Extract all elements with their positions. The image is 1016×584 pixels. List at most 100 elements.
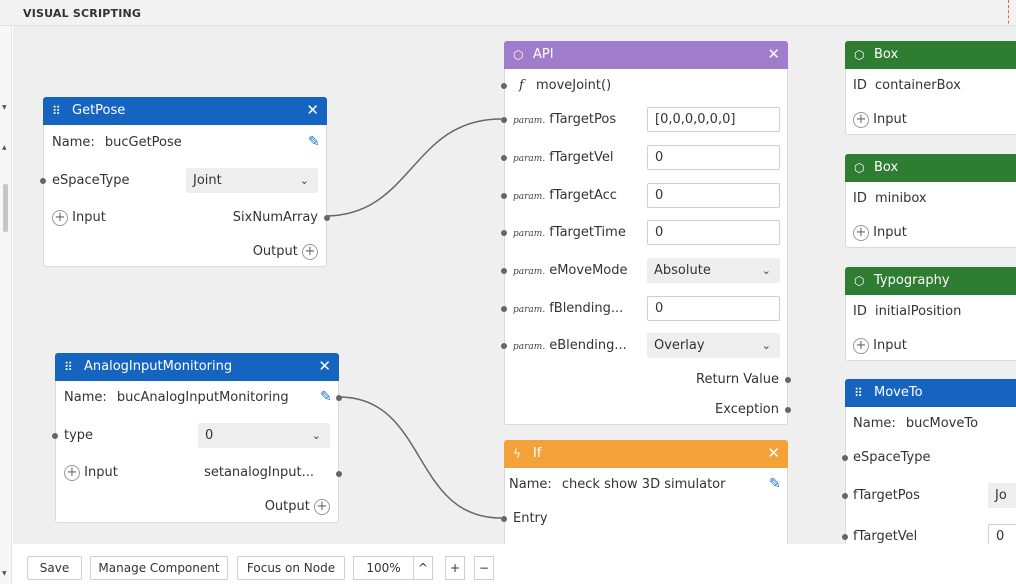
input-port[interactable] [501,268,507,274]
edit-icon[interactable]: ✎ [308,134,320,150]
drag-handle-icon[interactable]: ⠿ [52,103,61,119]
scroll-up-arrow-icon[interactable]: ▲ [2,144,7,151]
save-button[interactable]: Save [27,556,82,580]
input-port[interactable] [501,193,507,199]
output-port[interactable] [336,395,342,401]
node-header[interactable]: ⬡ Box [845,154,1016,182]
output-port[interactable] [336,471,342,477]
input-value: 0 [655,225,664,240]
ftargetvel-input[interactable]: 0 [988,524,1016,544]
input-port[interactable] [501,155,507,161]
node-moveto[interactable]: ⠿ MoveTo Name: bucMoveTo eSpaceType fTar… [842,379,1016,544]
node-title: GetPose [72,103,126,118]
ftargetpos-input[interactable]: [0,0,0,0,0,0] [647,107,780,132]
node-header[interactable]: ⠿ AnalogInputMonitoring ✕ [55,353,339,381]
zoom-out-button[interactable]: − [474,556,494,580]
input-port[interactable] [40,178,46,184]
type-value: 0 [205,428,214,443]
node-analog-input-monitoring[interactable]: ⠿ AnalogInputMonitoring ✕ Name: bucAnalo… [52,353,342,523]
param-label: fTargetAcc [549,188,617,203]
node-getpose[interactable]: ⠿ GetPose ✕ Name: bucGetPose ✎ eSpaceTyp… [40,97,330,267]
ftargettime-input[interactable]: 0 [647,220,780,245]
node-canvas[interactable]: ⠿ GetPose ✕ Name: bucGetPose ✎ eSpaceTyp… [13,26,1016,544]
type-select[interactable]: 0 ⌄ [198,423,330,448]
input-label: Input [72,210,106,225]
input-port[interactable] [501,83,507,89]
input-value: 0 [655,150,664,165]
ftargetacc-input[interactable]: 0 [647,183,780,208]
node-api[interactable]: ⬡ API ✕ f moveJoint() param. fTargetPos [… [501,41,791,425]
entry-label: Entry [513,511,548,526]
node-header[interactable]: ⠿ GetPose ✕ [43,97,327,125]
node-title: AnalogInputMonitoring [84,359,233,374]
close-icon[interactable]: ✕ [306,102,319,118]
input-port[interactable] [501,230,507,236]
param-tag: param. [513,229,546,239]
node-typography[interactable]: ⬡ Typography ID initialPosition + Input [845,267,1016,361]
input-label: Input [873,338,907,353]
output-port[interactable] [324,215,330,221]
scroll-down-arrow-icon[interactable]: ▼ [2,570,7,577]
name-value: bucAnalogInputMonitoring [116,390,289,405]
manage-component-button[interactable]: Manage Component [90,556,228,580]
zoom-step-up-button[interactable]: ^ [413,556,433,580]
node-title: If [533,446,542,461]
node-box-minibox[interactable]: ⬡ Box ID minibox + Input [845,154,1016,248]
node-header[interactable]: ⬡ Typography [845,267,1016,295]
param-tag: param. [513,305,546,315]
output-label: Output [264,499,310,514]
drag-handle-icon[interactable]: ⠿ [64,359,73,375]
plus-icon[interactable]: + [52,209,68,226]
plus-icon[interactable]: + [314,498,330,515]
emovemode-select[interactable]: Absolute ⌄ [647,258,780,283]
left-scrollbar[interactable]: ▼ ▲ ▼ [0,26,12,584]
close-icon[interactable]: ✕ [318,358,331,374]
plus-icon[interactable]: + [64,464,80,481]
close-icon[interactable]: ✕ [767,445,780,461]
fblending-input[interactable]: 0 [647,296,780,321]
node-header[interactable]: ϟ If ✕ [504,440,788,468]
node-if[interactable]: ϟ If ✕ Name: check show 3D simulator ✎ E… [501,440,788,544]
drag-handle-icon[interactable]: ⠿ [854,385,863,401]
input-port[interactable] [842,493,848,499]
node-header[interactable]: ⬡ Box [845,41,1016,69]
node-title: Box [874,47,899,62]
id-label: ID [853,78,867,93]
input-port[interactable] [842,455,848,461]
param-label: eMoveMode [549,263,628,278]
zoom-level[interactable]: 100% [353,556,413,580]
id-value: containerBox [875,78,961,93]
input-port[interactable] [501,117,507,123]
name-value: bucGetPose [104,135,182,150]
plus-icon[interactable]: + [853,337,869,354]
ftargetvel-input[interactable]: 0 [647,145,780,170]
edit-icon[interactable]: ✎ [769,476,781,492]
output-port-label: SixNumArray [232,210,318,225]
output-port[interactable] [785,407,791,413]
node-header[interactable]: ⠿ MoveTo [845,379,1016,407]
espace-select[interactable]: Joint ⌄ [186,168,318,193]
plus-icon[interactable]: + [853,224,869,241]
eblending-select[interactable]: Overlay ⌄ [647,333,780,358]
input-port[interactable] [501,306,507,312]
param-tag: param. [513,154,546,164]
input-port[interactable] [842,534,848,540]
node-title: MoveTo [874,385,923,400]
node-header[interactable]: ⬡ API ✕ [504,41,788,69]
close-icon[interactable]: ✕ [767,46,780,62]
plus-icon[interactable]: + [853,111,869,128]
plus-icon[interactable]: + [302,243,318,260]
scrollbar-thumb[interactable] [3,184,8,232]
ftargetpos-select[interactable]: Jo [988,483,1016,508]
param-label: fTargetTime [549,225,626,240]
output-port[interactable] [785,377,791,383]
function-icon: f [519,78,524,93]
focus-on-node-button[interactable]: Focus on Node [237,556,345,580]
scroll-down-arrow-icon[interactable]: ▼ [2,104,7,111]
entry-port[interactable] [501,516,507,522]
zoom-in-button[interactable]: + [445,556,465,580]
node-box-containerbox[interactable]: ⬡ Box ID containerBox + Input [845,41,1016,135]
input-port[interactable] [501,343,507,349]
edit-icon[interactable]: ✎ [320,389,332,405]
input-port[interactable] [52,433,58,439]
